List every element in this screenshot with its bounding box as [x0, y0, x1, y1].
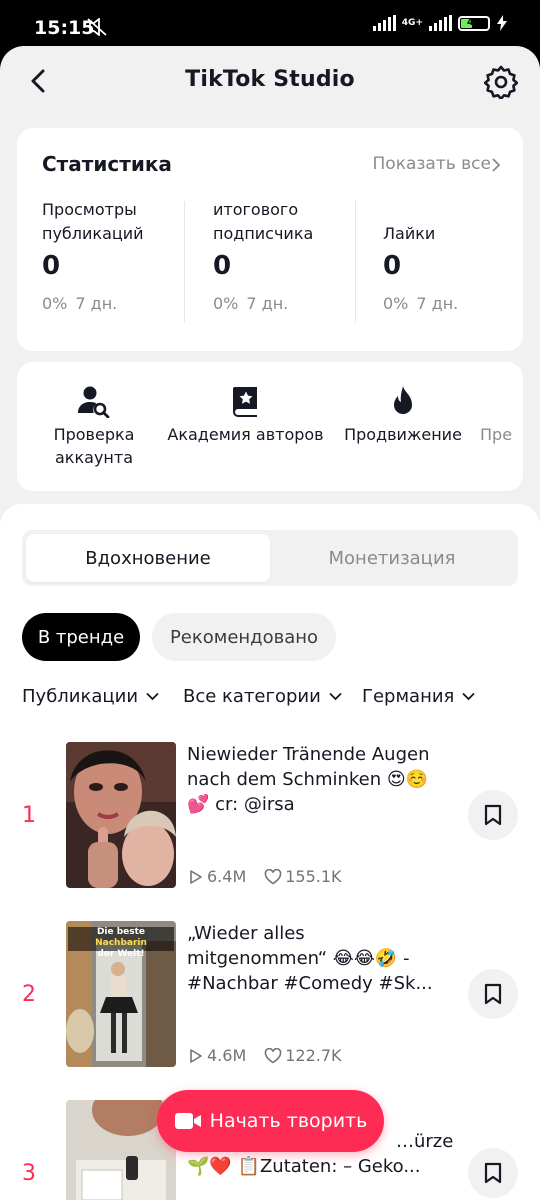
tool-label: Академия авторов: [167, 425, 324, 444]
filter-category[interactable]: Все категории: [183, 686, 342, 707]
chip-trending[interactable]: В тренде: [22, 613, 140, 661]
tool-label: Проверка: [53, 425, 135, 444]
video-camera-icon: [174, 1113, 201, 1129]
tab-switch: Вдохновение Монетизация: [22, 530, 518, 586]
battery-icon: 40: [458, 15, 490, 31]
tool-partial[interactable]: Пре: [480, 384, 523, 446]
post-thumbnail[interactable]: [66, 742, 176, 888]
status-right: 4G+ 40: [372, 15, 508, 31]
filter-region-label: Германия: [362, 686, 455, 707]
stats-card: Статистика Показать все Просмотры публик…: [17, 128, 523, 351]
chip-recommended[interactable]: Рекомендовано: [152, 613, 336, 661]
flame-icon: [394, 386, 412, 414]
post-likes: 122.7K: [285, 1046, 342, 1065]
chevron-down-icon: [462, 692, 476, 701]
book-star-icon: [232, 387, 257, 417]
filter-type-label: Публикации: [22, 686, 139, 707]
bookmark-button[interactable]: [468, 1148, 518, 1198]
top-bar: TikTok Studio: [0, 46, 540, 118]
stat-value: 0: [383, 251, 402, 281]
stat-change: 0% 7 дн.: [383, 294, 459, 313]
tool-creator-academy[interactable]: Академия авторов: [163, 384, 328, 446]
post-rank: 1: [22, 803, 36, 828]
bookmark-button[interactable]: [468, 969, 518, 1019]
post-thumbnail[interactable]: Die beste Nachbarin der Welt!: [66, 921, 176, 1067]
filter-type[interactable]: Публикации: [22, 686, 159, 707]
start-creating-label: Начать творить: [209, 1110, 368, 1132]
chevron-right-icon[interactable]: [491, 158, 501, 172]
chevron-down-icon: [329, 692, 342, 701]
stat-value: 0: [42, 251, 61, 281]
stat-label: Лайки: [383, 224, 436, 243]
filter-category-label: Все категории: [183, 686, 321, 707]
bookmark-icon: [484, 1162, 502, 1184]
video-thumbnail-image: [66, 742, 176, 888]
post-views: 6.4M: [207, 867, 247, 886]
stat-change: 0% 7 дн.: [213, 294, 289, 313]
post-caption: „Wieder alles mitgenommen“ 😂😂🤣 - #Nachba…: [187, 923, 433, 994]
stats-heading: Статистика: [42, 152, 172, 176]
post-caption-partial: …ürze: [396, 1131, 454, 1152]
thumbnail-overlay-text: Die beste Nachbarin der Welt!: [95, 927, 147, 959]
tab-inspiration[interactable]: Вдохновение: [26, 534, 270, 582]
post-caption: Niewieder Tränende Augen nach dem Schmin…: [187, 744, 430, 815]
bookmark-icon: [484, 983, 502, 1005]
mute-icon: [87, 18, 107, 36]
tool-promote[interactable]: Продвижение: [341, 384, 465, 446]
heart-icon: [264, 868, 282, 884]
bookmark-icon: [484, 804, 502, 826]
stat-value: 0: [213, 251, 232, 281]
divider: [355, 201, 356, 323]
filter-region[interactable]: Германия: [362, 686, 476, 707]
stat-label: Просмотры публикаций: [42, 200, 144, 243]
post-metrics: 4.6M 122.7K: [188, 1046, 342, 1065]
tool-account-check[interactable]: Проверка аккаунта: [47, 384, 141, 469]
tool-label-2: аккаунта: [55, 448, 133, 467]
post-likes: 155.1K: [285, 867, 342, 886]
post-rank: 3: [22, 1161, 36, 1186]
tab-monetization[interactable]: Монетизация: [270, 534, 514, 582]
tool-label: Пре: [480, 425, 513, 444]
chevron-down-icon: [146, 692, 159, 701]
stat-views[interactable]: Просмотры публикаций 0 0% 7 дн.: [42, 198, 192, 313]
signal-icon: [372, 15, 396, 31]
stat-change: 0% 7 дн.: [42, 294, 118, 313]
post-rank: 2: [22, 982, 36, 1007]
charging-icon: [497, 15, 507, 31]
tools-card: Проверка аккаунта Академия авторов Продв…: [17, 362, 523, 491]
settings-gear-icon[interactable]: [484, 65, 518, 99]
stat-label: итогового подписчика: [213, 200, 314, 243]
play-icon: [190, 1048, 202, 1063]
battery-level: 40: [467, 16, 481, 28]
network-type: 4G+: [401, 17, 423, 28]
stat-followers[interactable]: итогового подписчика 0 0% 7 дн.: [213, 198, 363, 313]
play-icon: [190, 869, 202, 884]
bookmark-button[interactable]: [468, 790, 518, 840]
trending-post-row[interactable]: 2 Die beste Nachbarin der Welt! „Wieder …: [0, 921, 540, 1069]
user-search-icon: [78, 386, 110, 418]
stat-likes[interactable]: Лайки 0 0% 7 дн.: [383, 198, 533, 313]
status-bar: 15:15 4G+ 40: [0, 0, 540, 46]
page-title: TikTok Studio: [185, 67, 355, 92]
post-caption: 🌱❤️ 📋Zutaten: – Geko...: [187, 1156, 421, 1177]
tool-label: Продвижение: [344, 425, 462, 444]
post-metrics: 6.4M 155.1K: [188, 867, 342, 886]
show-all-link[interactable]: Показать все: [373, 154, 491, 174]
start-creating-button[interactable]: Начать творить: [157, 1090, 384, 1152]
heart-icon: [264, 1047, 282, 1063]
signal-icon-2: [429, 15, 452, 31]
post-views: 4.6M: [207, 1046, 247, 1065]
divider: [184, 201, 185, 323]
app-screen: TikTok Studio Статистика Показать все Пр…: [0, 46, 540, 1200]
trending-post-row[interactable]: 1 Niewieder Tränende Augen nach dem Schm…: [0, 742, 540, 890]
